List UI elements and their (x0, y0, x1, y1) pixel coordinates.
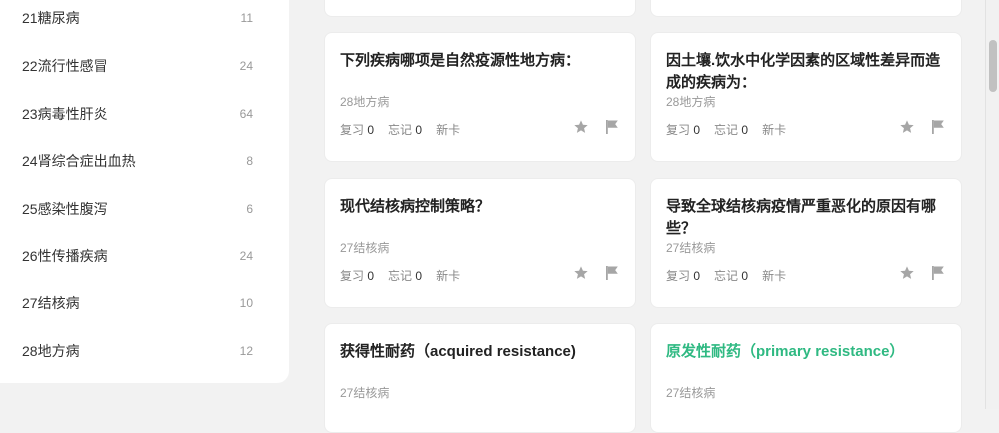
star-icon[interactable] (899, 265, 915, 281)
sidebar-item-count: 6 (246, 202, 253, 216)
card-actions (573, 119, 619, 135)
star-icon[interactable] (899, 119, 915, 135)
card-category: 27结核病 (666, 386, 716, 400)
card-question: 现代结核病控制策略？ (340, 198, 491, 215)
flashcard[interactable]: 导致全球结核病疫情严重恶化的原因有哪些？ 27结核病 复习 0 忘记 0 新卡 (650, 178, 962, 308)
card-partial-left[interactable] (324, 0, 636, 17)
sidebar-item-label: 24肾综合症出血热 (22, 153, 136, 169)
card-question: 下列疾病哪项是自然疫源性地方病： (340, 52, 581, 69)
card-stats: 复习 0 忘记 0 新卡 (340, 121, 460, 138)
flag-icon[interactable] (605, 119, 619, 135)
sidebar-item-count: 11 (240, 11, 253, 25)
sidebar-item-count: 24 (239, 59, 253, 73)
card-stats: 复习 0 忘记 0 新卡 (666, 121, 786, 138)
sidebar-item-21[interactable]: 21糖尿病 11 (0, 0, 289, 42)
sidebar-item-count: 10 (239, 296, 253, 310)
sidebar-item-label: 22流行性感冒 (22, 58, 108, 74)
sidebar-item-count: 12 (239, 344, 253, 358)
card-question: 因土壤.饮水中化学因素的区域性差异而造成的疾病为： (666, 52, 941, 91)
card-category: 27结核病 (340, 386, 390, 400)
sidebar-item-label: 26性传播疾病 (22, 248, 108, 264)
forget-stat: 忘记 0 (714, 267, 748, 284)
review-label: 复习 (666, 123, 691, 137)
sidebar-item-label: 28地方病 (22, 343, 80, 359)
card-category: 27结核病 (666, 241, 716, 255)
sidebar-item-label: 27结核病 (22, 295, 80, 311)
card-question: 获得性耐药（acquired resistance) (340, 343, 576, 360)
flashcard[interactable]: 现代结核病控制策略？ 27结核病 复习 0 忘记 0 新卡 (324, 178, 636, 308)
new-card-label: 新卡 (436, 269, 461, 283)
flag-icon[interactable] (931, 265, 945, 281)
forget-count: 0 (415, 123, 423, 137)
forget-stat: 忘记 0 (388, 121, 422, 138)
sidebar-item-label: 23病毒性肝炎 (22, 106, 108, 122)
review-label: 复习 (340, 269, 365, 283)
sidebar-item-25[interactable]: 25感染性腹泻 6 (0, 185, 289, 233)
scrollbar-thumb[interactable] (989, 40, 997, 92)
sidebar-item-24[interactable]: 24肾综合症出血热 8 (0, 137, 289, 185)
card-category: 28地方病 (666, 95, 716, 109)
new-card-label: 新卡 (436, 123, 461, 137)
forget-stat: 忘记 0 (714, 121, 748, 138)
sidebar-item-count: 24 (239, 249, 253, 263)
card-partial-right[interactable] (650, 0, 962, 17)
card-actions (573, 265, 619, 281)
forget-count: 0 (741, 123, 749, 137)
sidebar-item-label: 25感染性腹泻 (22, 201, 108, 217)
review-stat: 复习 0 (340, 267, 374, 284)
review-label: 复习 (666, 269, 691, 283)
review-stat: 复习 0 (666, 121, 700, 138)
forget-count: 0 (415, 269, 423, 283)
flashcard[interactable]: 获得性耐药（acquired resistance) 27结核病 (324, 323, 636, 433)
sidebar-item-count: 64 (239, 107, 253, 121)
flag-icon[interactable] (931, 119, 945, 135)
star-icon[interactable] (573, 265, 589, 281)
star-icon[interactable] (573, 119, 589, 135)
new-card-label: 新卡 (762, 269, 787, 283)
card-stats: 复习 0 忘记 0 新卡 (340, 267, 460, 284)
forget-label: 忘记 (388, 269, 413, 283)
forget-count: 0 (741, 269, 749, 283)
sidebar-item-23[interactable]: 23病毒性肝炎 64 (0, 90, 289, 138)
flashcard[interactable]: 原发性耐药（primary resistance） 27结核病 (650, 323, 962, 433)
category-sidebar: 21糖尿病 11 22流行性感冒 24 23病毒性肝炎 64 24肾综合症出血热… (0, 0, 289, 383)
card-category: 27结核病 (340, 241, 390, 255)
card-question: 原发性耐药（primary resistance） (666, 343, 905, 360)
review-count: 0 (367, 123, 375, 137)
sidebar-item-22[interactable]: 22流行性感冒 24 (0, 42, 289, 90)
review-stat: 复习 0 (340, 121, 374, 138)
sidebar-item-count: 8 (246, 154, 253, 168)
review-stat: 复习 0 (666, 267, 700, 284)
sidebar-item-28[interactable]: 28地方病 12 (0, 327, 289, 375)
review-count: 0 (367, 269, 375, 283)
new-card-label: 新卡 (762, 123, 787, 137)
card-category: 28地方病 (340, 95, 390, 109)
review-count: 0 (693, 269, 701, 283)
sidebar-item-27[interactable]: 27结核病 10 (0, 279, 289, 327)
sidebar-item-26[interactable]: 26性传播疾病 24 (0, 232, 289, 280)
forget-label: 忘记 (714, 269, 739, 283)
review-count: 0 (693, 123, 701, 137)
review-label: 复习 (340, 123, 365, 137)
card-question: 导致全球结核病疫情严重恶化的原因有哪些？ (666, 198, 937, 237)
sidebar-item-label: 21糖尿病 (22, 10, 80, 26)
card-actions (899, 119, 945, 135)
flag-icon[interactable] (605, 265, 619, 281)
forget-label: 忘记 (388, 123, 413, 137)
flashcard[interactable]: 因土壤.饮水中化学因素的区域性差异而造成的疾病为： 28地方病 复习 0 忘记 … (650, 32, 962, 162)
flashcard[interactable]: 下列疾病哪项是自然疫源性地方病： 28地方病 复习 0 忘记 0 新卡 (324, 32, 636, 162)
card-stats: 复习 0 忘记 0 新卡 (666, 267, 786, 284)
forget-stat: 忘记 0 (388, 267, 422, 284)
forget-label: 忘记 (714, 123, 739, 137)
card-actions (899, 265, 945, 281)
